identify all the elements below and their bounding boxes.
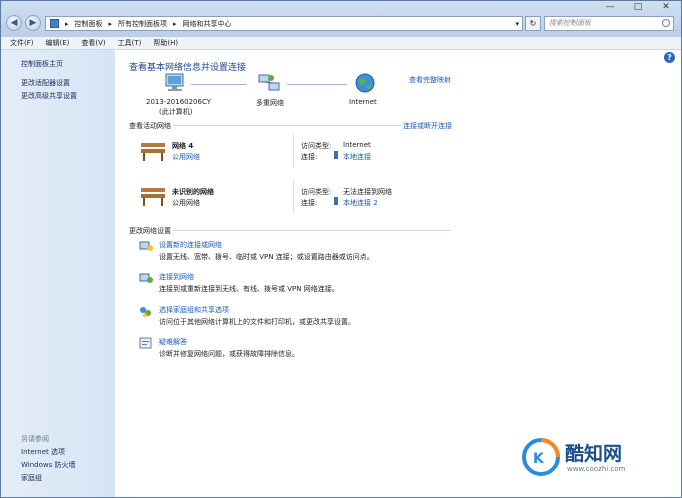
main-content: ? 查看基本网络信息并设置连接 查看完整映射 2013-20160206CY (… <box>115 50 681 497</box>
access-type-value: 无法连接到网络 <box>343 188 392 196</box>
access-type-label: 访问类型: <box>301 188 332 196</box>
page-title: 查看基本网络信息并设置连接 <box>129 63 247 73</box>
ethernet-icon <box>334 151 338 159</box>
new-connection-icon <box>139 241 153 251</box>
sidebar-item-firewall[interactable]: Windows 防火墙 <box>21 460 75 470</box>
window: — □ ✕ ◀ ▶ ▸ 控制面板 ▸ 所有控制面板项 ▸ 网络和共享中心 ▾ ↻… <box>0 0 682 498</box>
active-networks-heading: 查看活动网络 <box>129 122 171 130</box>
breadcrumb-item[interactable]: 网络和共享中心 <box>183 19 232 29</box>
map-connector <box>191 84 247 85</box>
menu-file[interactable]: 文件(F) <box>10 38 34 48</box>
breadcrumb-item[interactable]: 所有控制面板项 <box>118 19 167 29</box>
task-link-homegroup[interactable]: 选择家庭组和共享选项 <box>159 305 229 315</box>
task-description: 连接到或重新连接到无线、有线、拨号或 VPN 网络连接。 <box>159 285 339 293</box>
map-connector <box>287 84 347 85</box>
breadcrumb-sep-icon: ▸ <box>173 19 177 28</box>
menu-help[interactable]: 帮助(H) <box>153 38 178 48</box>
troubleshoot-icon <box>139 337 152 349</box>
minimize-button[interactable]: — <box>601 2 619 12</box>
access-type-label: 访问类型: <box>301 142 332 150</box>
address-dropdown-icon[interactable]: ▾ <box>515 20 519 28</box>
watermark-logo-icon: K <box>522 438 560 476</box>
access-type-value: Internet <box>343 141 371 149</box>
connection-link[interactable]: 本地连接 <box>343 152 371 162</box>
internet-label: Internet <box>349 98 377 106</box>
sidebar: 控制面板主页 更改适配器设置 更改高级共享设置 另请参阅 Internet 选项… <box>1 50 115 497</box>
divider <box>173 230 451 231</box>
connection-link[interactable]: 本地连接 2 <box>343 198 378 208</box>
task-description: 设置无线、宽带、拨号、临时或 VPN 连接；或设置路由器或访问点。 <box>159 253 374 261</box>
breadcrumb-sep-icon: ▸ <box>108 19 113 28</box>
watermark-url: www.coozhi.com <box>567 465 626 473</box>
computer-name-label: 2013-20160206CY <box>146 98 212 106</box>
connection-label: 连接: <box>301 199 318 207</box>
computer-icon <box>165 73 184 91</box>
control-panel-icon <box>50 19 59 28</box>
task-link-troubleshoot[interactable]: 疑难解答 <box>159 337 187 347</box>
window-controls: — □ ✕ <box>601 2 675 12</box>
sidebar-item-homegroup[interactable]: 家庭组 <box>21 473 42 483</box>
task-link-connect[interactable]: 连接到网络 <box>159 272 194 282</box>
watermark: K 酷知网 www.coozhi.com <box>521 435 663 479</box>
breadcrumb-sep-icon: ▸ <box>65 19 69 28</box>
change-settings-heading: 更改网络设置 <box>129 227 171 235</box>
multi-network-icon <box>258 74 280 91</box>
title-bar: — □ ✕ ◀ ▶ ▸ 控制面板 ▸ 所有控制面板项 ▸ 网络和共享中心 ▾ ↻… <box>1 1 681 37</box>
divider <box>293 180 294 214</box>
homegroup-icon <box>140 307 151 317</box>
menu-bar: 文件(F) 编辑(E) 查看(V) 工具(T) 帮助(H) <box>1 37 681 50</box>
help-button[interactable]: ? <box>664 52 675 63</box>
close-button[interactable]: ✕ <box>657 2 675 12</box>
multi-network-label: 多重网络 <box>256 99 284 107</box>
connect-disconnect-link[interactable]: 连接或断开连接 <box>403 121 452 131</box>
menu-edit[interactable]: 编辑(E) <box>46 38 70 48</box>
network-type: 公用网络 <box>172 199 200 207</box>
forward-button[interactable]: ▶ <box>25 15 41 31</box>
breadcrumb-item[interactable]: 控制面板 <box>75 19 103 29</box>
sidebar-item-internet-options[interactable]: Internet 选项 <box>21 447 65 457</box>
menu-tools[interactable]: 工具(T) <box>118 38 142 48</box>
connection-label: 连接: <box>301 153 318 161</box>
network-name: 未识别的网络 <box>172 188 214 196</box>
task-description: 访问位于其他网络计算机上的文件和打印机，或更改共享设置。 <box>159 318 355 326</box>
sidebar-item-adapter-settings[interactable]: 更改适配器设置 <box>21 78 70 88</box>
sidebar-item-home[interactable]: 控制面板主页 <box>21 59 63 69</box>
see-also-heading: 另请参阅 <box>21 435 49 443</box>
back-arrow-icon: ◀ <box>10 18 18 28</box>
connect-network-icon <box>139 273 153 283</box>
public-network-bench-icon <box>141 143 165 161</box>
search-placeholder: 搜索控制面板 <box>549 19 591 27</box>
network-name: 网络 4 <box>172 142 194 150</box>
sidebar-item-advanced-sharing[interactable]: 更改高级共享设置 <box>21 91 77 101</box>
search-input[interactable]: 搜索控制面板 <box>544 16 674 31</box>
view-full-map-link[interactable]: 查看完整映射 <box>409 75 451 85</box>
address-bar[interactable]: ▸ 控制面板 ▸ 所有控制面板项 ▸ 网络和共享中心 ▾ <box>45 16 523 31</box>
forward-arrow-icon: ▶ <box>29 18 37 28</box>
public-network-bench-icon <box>141 188 165 206</box>
svg-text:K: K <box>533 451 545 467</box>
maximize-button[interactable]: □ <box>629 2 647 12</box>
refresh-button[interactable]: ↻ <box>525 16 541 31</box>
task-description: 诊断并修复网络问题，或获得故障排除信息。 <box>159 350 299 358</box>
network-type-link[interactable]: 公用网络 <box>172 152 200 162</box>
back-button[interactable]: ◀ <box>6 15 22 31</box>
divider <box>173 125 401 126</box>
divider <box>293 134 294 168</box>
globe-icon <box>355 73 375 93</box>
computer-sub-label: (此计算机) <box>159 108 193 116</box>
search-icon[interactable] <box>662 19 670 27</box>
task-link-new-connection[interactable]: 设置新的连接或网络 <box>159 240 222 250</box>
ethernet-icon <box>334 197 338 205</box>
watermark-brand: 酷知网 <box>565 443 623 465</box>
menu-view[interactable]: 查看(V) <box>81 38 105 48</box>
